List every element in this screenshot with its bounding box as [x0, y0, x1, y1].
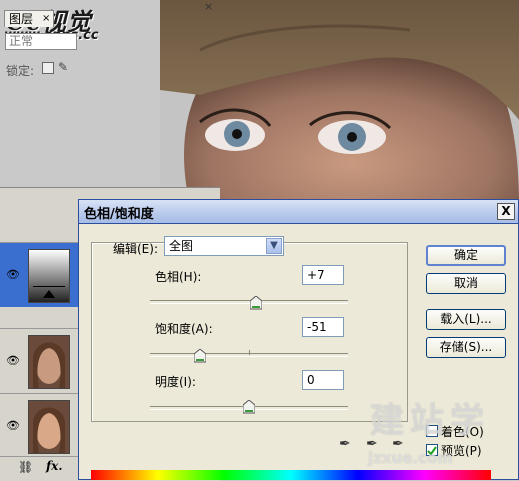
layer-row-photo-2[interactable]: 👁: [0, 393, 78, 458]
layer-row-adjustment[interactable]: 👁: [0, 242, 78, 307]
close-button[interactable]: X: [497, 203, 515, 220]
saturation-input[interactable]: -51: [302, 317, 344, 337]
dialog-title: 色相/饱和度: [84, 207, 154, 222]
blend-mode-select[interactable]: 正常: [5, 33, 77, 50]
site-watermark-url: jzxue.com: [368, 449, 453, 467]
lightness-input[interactable]: 0: [302, 370, 344, 390]
hue-slider-thumb[interactable]: [250, 296, 262, 310]
layer-row-photo-1[interactable]: 👁: [0, 328, 78, 393]
panel-close-icon[interactable]: ×: [204, 0, 213, 13]
lock-transparency-icon[interactable]: [42, 62, 54, 74]
site-watermark: 建站学: [370, 401, 490, 441]
saturation-slider-thumb[interactable]: [194, 349, 206, 363]
layer-thumbnail: [28, 400, 70, 454]
visibility-eye-icon[interactable]: 👁: [6, 354, 20, 367]
color-spectrum-bar: [91, 470, 491, 480]
save-button[interactable]: 存储(S)...: [426, 337, 506, 358]
layers-footer: [0, 456, 78, 481]
lock-paint-icon[interactable]: ✎: [58, 60, 68, 74]
layer-style-fx-button[interactable]: fx.: [46, 459, 63, 473]
eyedropper-icon[interactable]: ✒: [339, 436, 351, 452]
tab-close-icon[interactable]: ×: [42, 13, 50, 24]
saturation-center-tick: [249, 350, 250, 355]
hue-slider-track[interactable]: [150, 300, 348, 304]
link-layers-icon[interactable]: ⛓: [18, 460, 33, 474]
ok-button[interactable]: 确定: [426, 245, 506, 266]
visibility-eye-icon[interactable]: 👁: [6, 268, 20, 281]
adjustment-group: [91, 242, 408, 422]
lightness-label: 明度(I):: [155, 375, 196, 389]
chevron-down-icon[interactable]: ▼: [266, 238, 282, 254]
lock-label: 锁定:: [6, 64, 35, 78]
tab-layers-label: 图层: [9, 12, 34, 26]
hue-input[interactable]: +7: [302, 265, 344, 285]
edit-label: 编辑(E):: [113, 242, 158, 256]
hue-label: 色相(H):: [155, 270, 202, 284]
layer-thumbnail: [28, 335, 70, 389]
saturation-label: 饱和度(A):: [155, 322, 213, 336]
visibility-eye-icon[interactable]: 👁: [6, 419, 20, 432]
cancel-button[interactable]: 取消: [426, 273, 506, 294]
lightness-slider-thumb[interactable]: [243, 400, 255, 414]
load-button[interactable]: 载入(L)...: [426, 309, 506, 330]
background-photo: [160, 0, 519, 205]
adjustment-layer-thumbnail: [28, 249, 70, 303]
